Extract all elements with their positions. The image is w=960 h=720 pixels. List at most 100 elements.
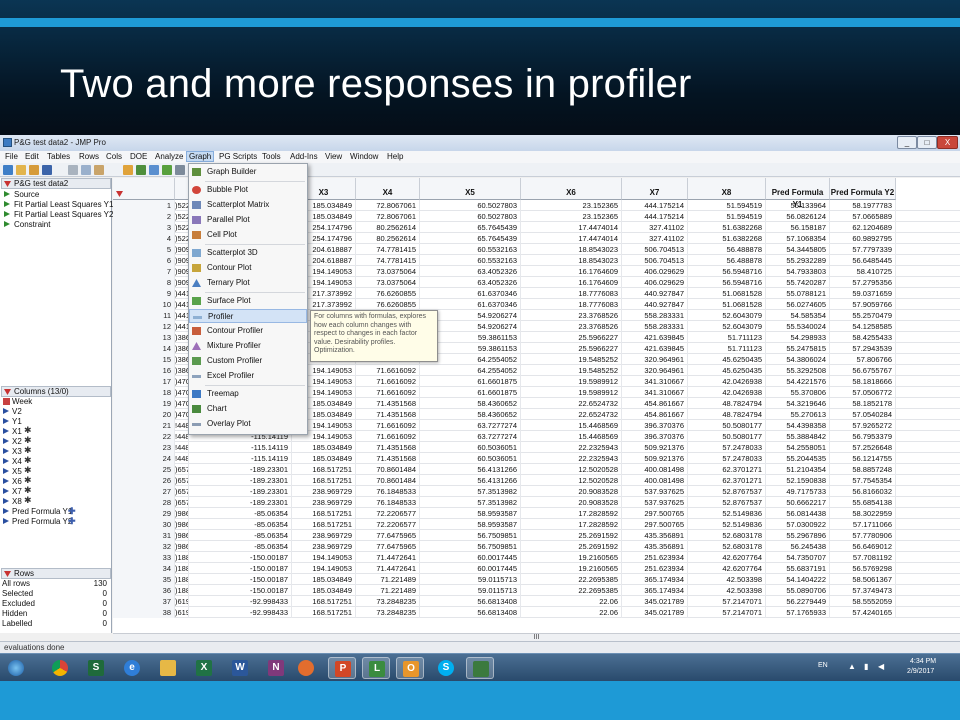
network-icon[interactable]: ▮ bbox=[864, 662, 868, 671]
table-cell[interactable]: 52.1590838 bbox=[766, 475, 830, 486]
table-cell[interactable]: 506.704513 bbox=[622, 244, 688, 255]
table-cell[interactable]: 396.370376 bbox=[622, 431, 688, 442]
clock-date[interactable]: 2/9/2017 bbox=[907, 668, 934, 675]
table-cell[interactable]: 58.9593587 bbox=[420, 519, 521, 530]
table-cell[interactable]: 23.3768526 bbox=[521, 321, 622, 332]
table-cell[interactable]: 506.704513 bbox=[622, 255, 688, 266]
table-cell[interactable]: 55.6854138 bbox=[830, 497, 896, 508]
menu-window[interactable]: Window bbox=[350, 152, 378, 161]
taskbar-ie[interactable]: e bbox=[118, 657, 146, 679]
table-cell[interactable]: 17.2828592 bbox=[521, 519, 622, 530]
table-cell[interactable]: 238.969729 bbox=[292, 541, 356, 552]
row-number[interactable]: 28 bbox=[113, 497, 175, 508]
row-number[interactable]: 26 bbox=[113, 475, 175, 486]
row-header-corner[interactable] bbox=[113, 178, 175, 200]
table-cell[interactable]: 55.2967896 bbox=[766, 530, 830, 541]
red-triangle-icon[interactable] bbox=[4, 181, 11, 187]
row-number[interactable]: 21 bbox=[113, 420, 175, 431]
row-number[interactable]: 10 bbox=[113, 299, 175, 310]
row-number[interactable]: 29 bbox=[113, 508, 175, 519]
table-cell[interactable]: )1887 bbox=[175, 574, 189, 585]
taskbar-chrome[interactable] bbox=[46, 657, 74, 679]
table-cell[interactable]: 19.5485252 bbox=[521, 365, 622, 376]
table-cell[interactable]: 23.152365 bbox=[521, 211, 622, 222]
table-cell[interactable]: 194.149053 bbox=[292, 563, 356, 574]
column-item-v2[interactable]: V2 bbox=[3, 407, 22, 416]
table-cell[interactable]: 71.221489 bbox=[356, 574, 420, 585]
table-cell[interactable]: 56.158187 bbox=[766, 222, 830, 233]
table-cell[interactable]: 297.500765 bbox=[622, 519, 688, 530]
table-cell[interactable]: 57.2478033 bbox=[688, 442, 766, 453]
table-cell[interactable]: 56.4131266 bbox=[420, 475, 521, 486]
table-cell[interactable]: 57.3513982 bbox=[420, 497, 521, 508]
taskbar-jmp[interactable] bbox=[466, 657, 494, 679]
column-header-pred-formula-y1[interactable]: Pred Formula Y1 bbox=[766, 178, 830, 209]
table-cell[interactable]: 55.2570479 bbox=[830, 310, 896, 321]
table-row[interactable]: 23!4489-115.14119185.03484971.435156860.… bbox=[113, 442, 960, 453]
table-cell[interactable]: 55.5340024 bbox=[766, 321, 830, 332]
table-cell[interactable]: 56.488878 bbox=[688, 255, 766, 266]
table-cell[interactable]: 60.5027803 bbox=[420, 200, 521, 211]
row-number[interactable]: 35 bbox=[113, 574, 175, 585]
table-row[interactable]: 28)6576-189.23301238.96972976.184853357.… bbox=[113, 497, 960, 508]
table-cell[interactable]: 19.2160565 bbox=[521, 552, 622, 563]
table-cell[interactable]: 70.8601484 bbox=[356, 464, 420, 475]
red-triangle-icon[interactable] bbox=[4, 571, 11, 577]
table-cell[interactable]: 327.41102 bbox=[622, 233, 688, 244]
table-cell[interactable]: 58.5061367 bbox=[830, 574, 896, 585]
table-cell[interactable]: 51.594519 bbox=[688, 200, 766, 211]
row-number[interactable]: 12 bbox=[113, 321, 175, 332]
table-cell[interactable]: )6576 bbox=[175, 486, 189, 497]
table-cell[interactable]: 42.6207764 bbox=[688, 563, 766, 574]
row-number[interactable]: 5 bbox=[113, 244, 175, 255]
menu-item-overlay-plot[interactable]: Overlay Plot bbox=[189, 417, 307, 431]
row-number[interactable]: 7 bbox=[113, 266, 175, 277]
menu-doe[interactable]: DOE bbox=[130, 152, 147, 161]
row-number[interactable]: 31 bbox=[113, 530, 175, 541]
table-cell[interactable]: 341.310667 bbox=[622, 387, 688, 398]
table-cell[interactable]: 16.1764609 bbox=[521, 266, 622, 277]
table-cell[interactable]: )9864 bbox=[175, 541, 189, 552]
table-cell[interactable]: 60.5036051 bbox=[420, 442, 521, 453]
table-cell[interactable]: 57.0665889 bbox=[830, 211, 896, 222]
table-cell[interactable]: 57.3513982 bbox=[420, 486, 521, 497]
table-row[interactable]: 35)1887-150.00187185.03484971.22148959.0… bbox=[113, 574, 960, 585]
table-cell[interactable]: 60.0017445 bbox=[420, 552, 521, 563]
table-cell[interactable]: 23.3768526 bbox=[521, 310, 622, 321]
table-cell[interactable]: !4489 bbox=[175, 453, 189, 464]
table-cell[interactable]: 444.175214 bbox=[622, 211, 688, 222]
table-cell[interactable]: -92.998433 bbox=[189, 596, 292, 607]
table-cell[interactable]: 56.6813408 bbox=[420, 607, 521, 618]
table-cell[interactable]: 58.5552059 bbox=[830, 596, 896, 607]
column-header-x1[interactable] bbox=[175, 178, 189, 200]
table-cell[interactable]: 48.7824794 bbox=[688, 398, 766, 409]
table-cell[interactable]: -150.00187 bbox=[189, 552, 292, 563]
table-cell[interactable]: 65.7645439 bbox=[420, 233, 521, 244]
table-cell[interactable]: -189.23301 bbox=[189, 497, 292, 508]
table-cell[interactable]: -115.14119 bbox=[189, 442, 292, 453]
red-triangle-icon[interactable] bbox=[116, 191, 123, 197]
table-cell[interactable]: 52.6043079 bbox=[688, 321, 766, 332]
column-header-x4[interactable]: X4 bbox=[356, 178, 420, 200]
table-cell[interactable]: 60.5027803 bbox=[420, 211, 521, 222]
menu-item-bubble-plot[interactable]: Bubble Plot bbox=[189, 183, 307, 197]
table-cell[interactable]: 52.6803178 bbox=[688, 541, 766, 552]
table-cell[interactable]: -150.00187 bbox=[189, 574, 292, 585]
table-cell[interactable]: 76.6260855 bbox=[356, 288, 420, 299]
table-row[interactable]: 29)9864-85.06354168.51725172.220657758.9… bbox=[113, 508, 960, 519]
table-cell[interactable]: 71.6616092 bbox=[356, 420, 420, 431]
script-icon[interactable] bbox=[175, 165, 185, 175]
table-cell[interactable]: 15.4468569 bbox=[521, 431, 622, 442]
table-cell[interactable]: 406.029629 bbox=[622, 277, 688, 288]
table-cell[interactable]: 22.6524732 bbox=[521, 409, 622, 420]
table-cell[interactable]: -85.06354 bbox=[189, 541, 292, 552]
table-cell[interactable]: 19.5989912 bbox=[521, 376, 622, 387]
cut-icon[interactable] bbox=[68, 165, 78, 175]
table-cell[interactable]: 51.2104354 bbox=[766, 464, 830, 475]
table-cell[interactable]: 73.2848235 bbox=[356, 596, 420, 607]
table-cell[interactable]: 70.8601484 bbox=[356, 475, 420, 486]
table-cell[interactable]: 396.370376 bbox=[622, 420, 688, 431]
horizontal-scrollbar[interactable]: III bbox=[113, 633, 960, 641]
save-icon[interactable] bbox=[42, 165, 52, 175]
data-grid-icon[interactable] bbox=[136, 165, 146, 175]
